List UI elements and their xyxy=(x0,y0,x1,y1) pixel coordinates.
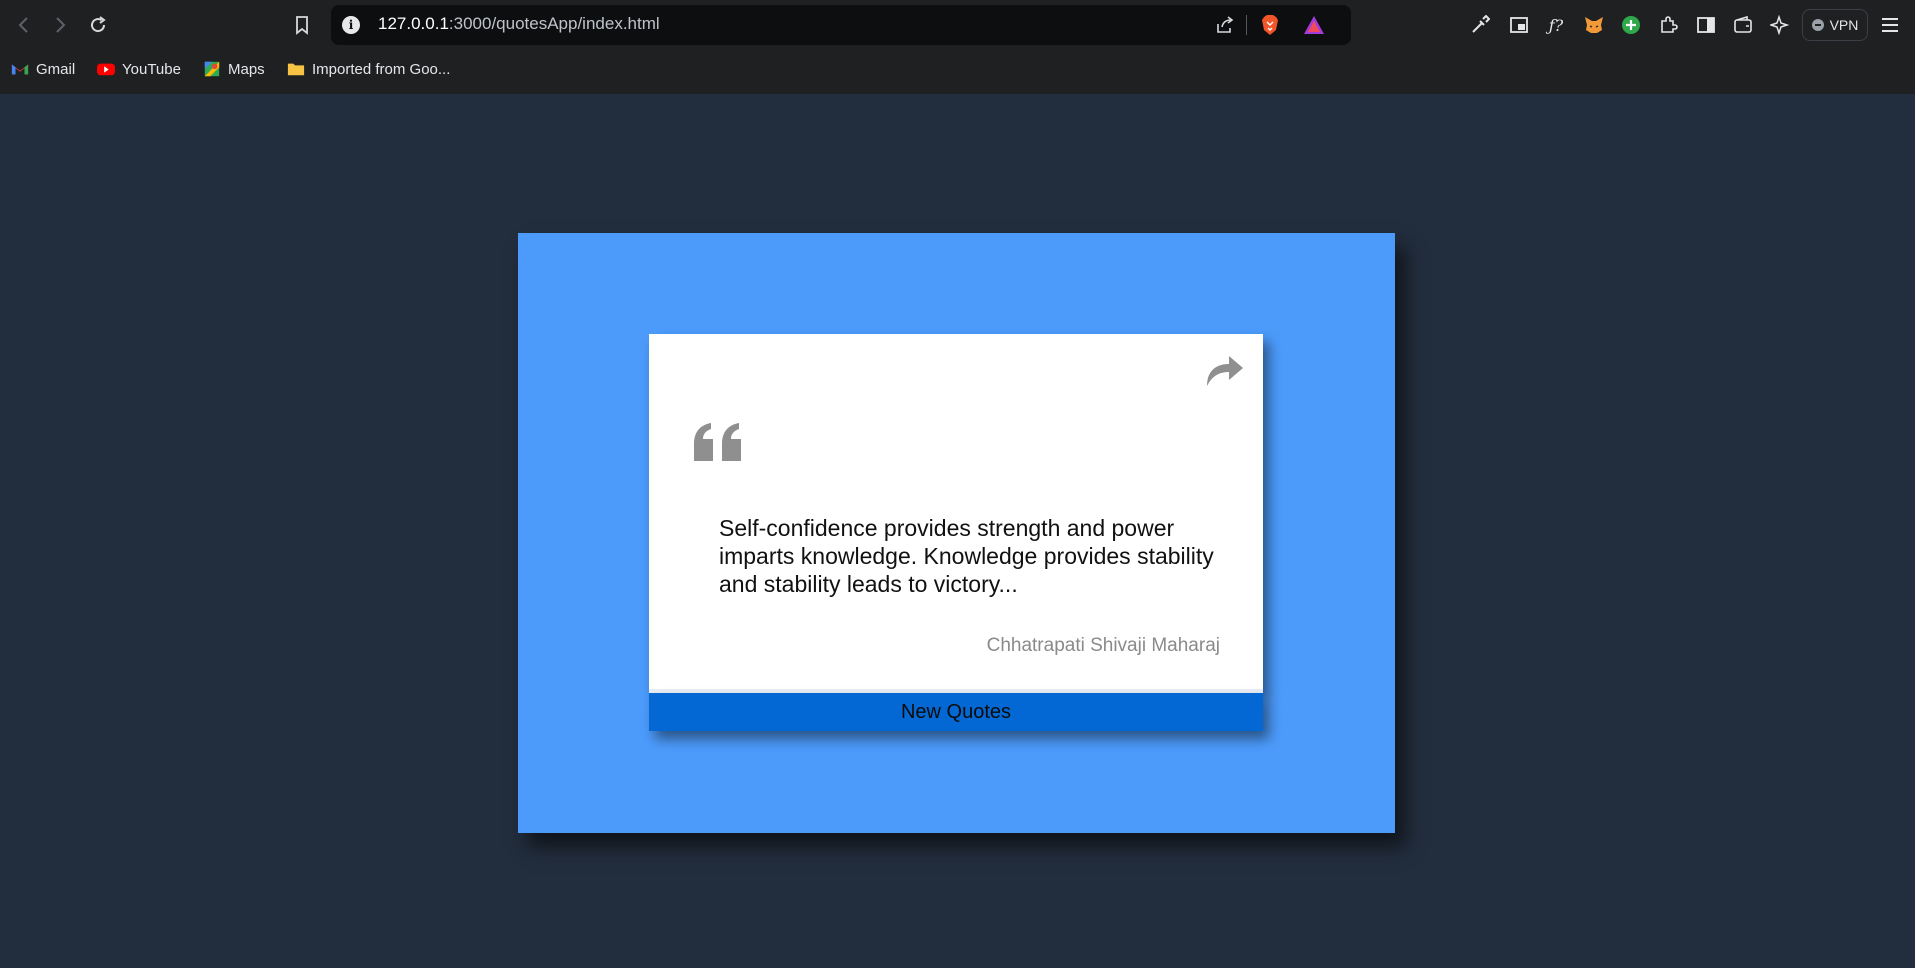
bookmark-label: Maps xyxy=(228,60,265,78)
arrow-left-icon xyxy=(18,17,28,33)
picture-in-picture-extension[interactable] xyxy=(1507,13,1531,37)
quote-mark-icon xyxy=(694,423,741,461)
wallet-button[interactable] xyxy=(1731,13,1755,37)
quote-app-panel: Self-confidence provides strength and po… xyxy=(518,233,1395,833)
wallet-icon xyxy=(1734,15,1752,33)
add-icon xyxy=(1622,16,1640,34)
share-arrow-icon[interactable] xyxy=(1205,352,1245,388)
formula-icon[interactable]: ƒ? xyxy=(1544,13,1568,37)
bookmark-maps[interactable]: Maps xyxy=(203,56,265,82)
eyedropper-icon xyxy=(1472,15,1490,33)
quote-text: Self-confidence provides strength and po… xyxy=(719,515,1214,597)
share-icon xyxy=(1217,16,1234,33)
extensions-puzzle-icon xyxy=(1661,16,1678,33)
brave-rewards-button[interactable] xyxy=(1302,13,1326,37)
bookmark-label: Gmail xyxy=(36,60,76,78)
vpn-status-icon xyxy=(1811,19,1824,31)
url-path: :3000/quotesApp/index.html xyxy=(448,14,660,33)
main-menu-button[interactable] xyxy=(1878,13,1902,37)
new-quotes-button[interactable]: New Quotes xyxy=(649,693,1263,731)
site-info-icon[interactable]: i xyxy=(342,16,360,34)
bookmark-folder-imported[interactable]: Imported from Goo... xyxy=(287,56,450,82)
bookmark-label: YouTube xyxy=(122,60,181,78)
metamask-icon xyxy=(1585,17,1603,33)
gmail-icon xyxy=(11,64,29,75)
url-text[interactable]: 127.0.0.1:3000/quotesApp/index.html xyxy=(378,14,660,34)
picture-in-picture-icon xyxy=(1510,17,1528,33)
brave-lion-icon xyxy=(1262,15,1278,35)
url-host: 127.0.0.1 xyxy=(378,14,449,33)
maps-icon xyxy=(204,61,220,77)
bookmarks-bar: Gmail YouTube Maps Imported from Goo... xyxy=(0,56,1915,82)
quote-author: Chhatrapati Shivaji Maharaj xyxy=(986,635,1220,656)
eyedropper-extension[interactable] xyxy=(1468,13,1492,37)
folder-icon xyxy=(287,63,305,76)
bookmark-youtube[interactable]: YouTube xyxy=(97,56,181,82)
leo-ai-icon xyxy=(1770,15,1790,35)
reload-button[interactable] xyxy=(86,13,110,37)
reload-icon xyxy=(91,16,106,33)
add-extension[interactable] xyxy=(1619,13,1643,37)
share-page-button[interactable] xyxy=(1213,13,1237,37)
sidebar-icon xyxy=(1697,17,1715,33)
youtube-icon xyxy=(97,63,115,76)
hamburger-menu-icon xyxy=(1882,18,1898,32)
browser-chrome: i 127.0.0.1:3000/quotesApp/index.html ƒ? xyxy=(0,0,1915,94)
bookmark-label: Imported from Goo... xyxy=(312,60,451,78)
vpn-label: VPN xyxy=(1829,17,1859,33)
sidebar-toggle-button[interactable] xyxy=(1694,13,1718,37)
forward-button[interactable] xyxy=(48,13,72,37)
bookmark-icon xyxy=(296,16,308,35)
browser-toolbar: i 127.0.0.1:3000/quotesApp/index.html ƒ? xyxy=(0,0,1915,50)
metamask-extension[interactable] xyxy=(1582,13,1606,37)
back-button[interactable] xyxy=(12,13,36,37)
brave-shields-button[interactable] xyxy=(1258,13,1282,37)
bookmark-button[interactable] xyxy=(290,13,314,37)
extensions-menu-button[interactable] xyxy=(1656,13,1680,37)
address-bar-divider xyxy=(1246,15,1247,35)
leo-ai-button[interactable] xyxy=(1768,13,1792,37)
rewards-triangle-icon xyxy=(1304,16,1324,34)
vpn-button[interactable]: VPN xyxy=(1802,9,1868,41)
arrow-right-icon xyxy=(56,17,66,33)
bookmark-gmail[interactable]: Gmail xyxy=(11,56,75,82)
quote-card: Self-confidence provides strength and po… xyxy=(649,334,1263,692)
